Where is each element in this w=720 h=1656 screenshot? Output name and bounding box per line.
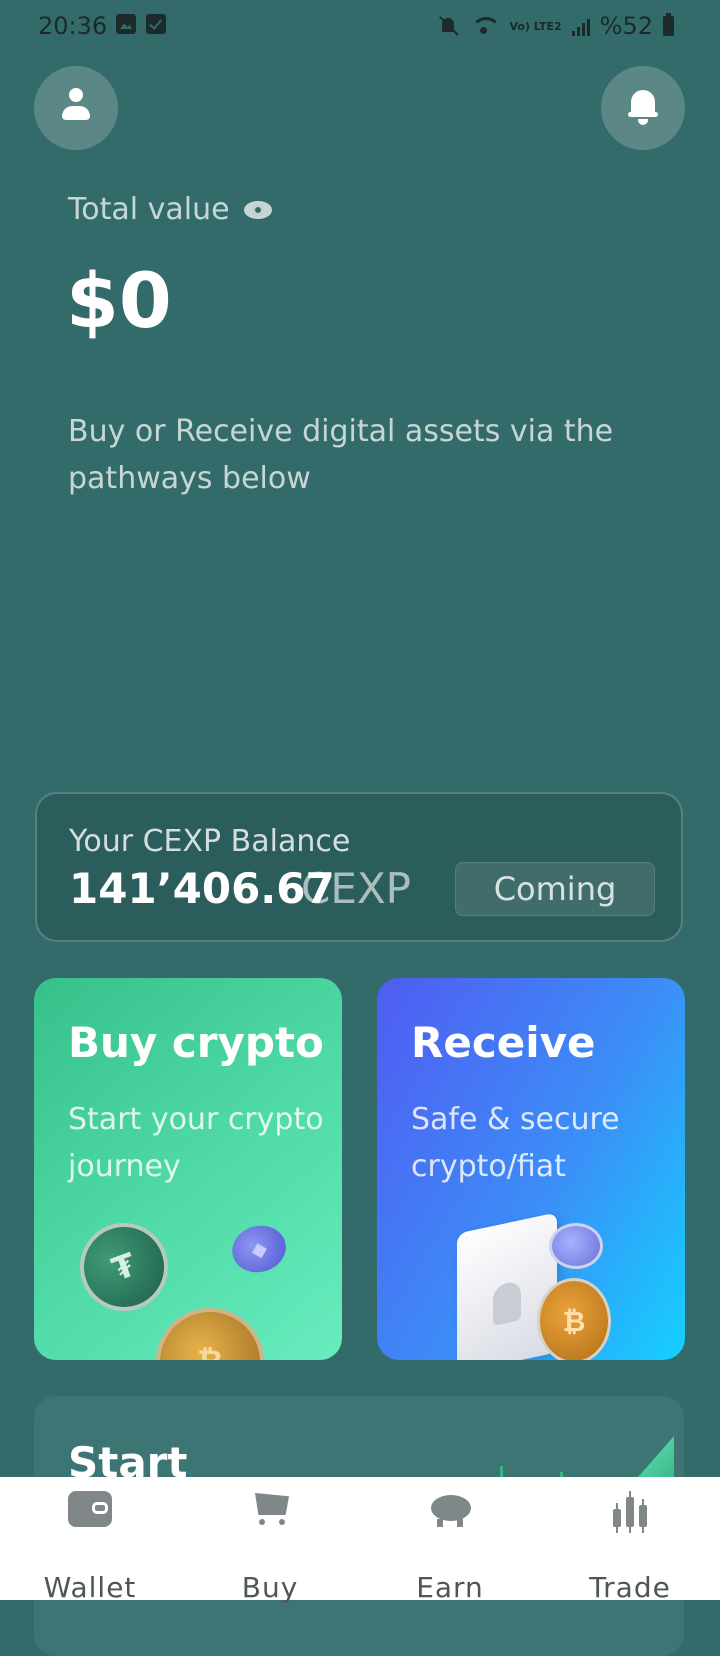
cexp-balance-amount: 141’406.67	[69, 864, 335, 913]
receive-subtitle: Safe & secure crypto/fiat	[411, 1102, 620, 1184]
nav-earn-label: Earn	[416, 1571, 484, 1604]
eye-icon[interactable]	[243, 200, 272, 219]
mute-icon	[437, 14, 461, 38]
status-time: 20:36	[38, 12, 108, 40]
nav-wallet-label: Wallet	[43, 1571, 137, 1604]
battery-percent: %52	[599, 12, 653, 40]
buy-crypto-title: Buy crypto	[68, 1018, 324, 1067]
nav-buy[interactable]: Buy	[180, 1477, 360, 1604]
receive-card[interactable]: Receive Safe & secure crypto/fiat ₿	[377, 978, 685, 1360]
profile-button[interactable]	[34, 66, 118, 150]
receive-title: Receive	[411, 1018, 596, 1067]
candlestick-icon	[607, 1489, 653, 1533]
nav-buy-label: Buy	[241, 1571, 299, 1604]
nav-trade[interactable]: Trade	[540, 1477, 720, 1604]
cexp-balance-label: Your CEXP Balance	[69, 824, 351, 859]
wifi-icon	[471, 15, 502, 37]
token-coin-icon	[549, 1223, 603, 1269]
nav-trade-label: Trade	[589, 1571, 671, 1604]
user-icon	[60, 88, 92, 126]
cart-icon	[247, 1489, 293, 1529]
total-value-amount: $0	[66, 256, 172, 345]
cexp-balance-unit: CEXP	[301, 864, 411, 913]
status-bar: 20:36 Vo) LTE2 %52	[0, 0, 720, 54]
status-right: Vo) LTE2 %52	[437, 12, 674, 40]
nav-wallet[interactable]: Wallet	[0, 1477, 180, 1604]
nav-earn[interactable]: Earn	[360, 1477, 540, 1604]
ethereum-coin-icon: ◆	[226, 1219, 292, 1279]
signal-icon	[571, 16, 590, 36]
notifications-button[interactable]	[601, 66, 685, 150]
battery-icon	[663, 13, 674, 36]
total-value-row: Total value	[68, 192, 272, 227]
buy-crypto-subtitle: Start your crypto journey	[68, 1102, 324, 1184]
bitcoin-coin-icon: ₿	[156, 1308, 264, 1360]
total-value-label: Total value	[68, 192, 230, 227]
wallet-icon	[68, 1491, 112, 1527]
bell-icon	[628, 88, 658, 126]
gallery-icon	[116, 14, 136, 34]
piggy-bank-icon	[427, 1489, 473, 1529]
bitcoin-coin-icon: ₿	[537, 1278, 611, 1360]
buy-crypto-card[interactable]: Buy crypto Start your crypto journey ₮ ◆…	[34, 978, 342, 1360]
cexp-balance-card: Your CEXP Balance 141’406.67 CEXP Coming	[35, 792, 683, 942]
bottom-nav: Wallet Buy Earn Trade	[0, 1477, 720, 1604]
coming-button[interactable]: Coming	[455, 862, 655, 916]
lte-indicator: Vo) LTE2	[509, 19, 562, 33]
checkbox-icon	[146, 14, 166, 34]
status-notification-icons	[116, 14, 166, 34]
pathways-hint: Buy or Receive digital assets via the pa…	[68, 414, 614, 496]
tether-coin-icon: ₮	[67, 1210, 181, 1324]
